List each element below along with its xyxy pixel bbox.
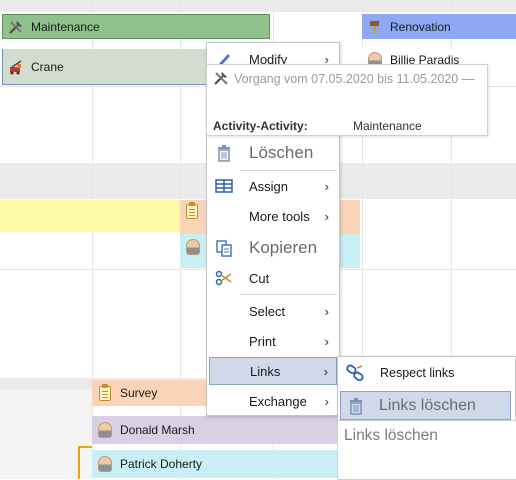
- donald-bar[interactable]: Donald Marsh: [92, 416, 338, 444]
- copy-icon: [209, 239, 239, 257]
- maintenance-label: Maintenance: [31, 19, 100, 34]
- maintenance-bar[interactable]: Maintenance: [2, 14, 270, 39]
- clipboard-icon: [186, 202, 198, 219]
- crane-bar[interactable]: Crane: [2, 49, 212, 85]
- tooltip-title: Vorgang vom 07.05.2020 bis 11.05.2020 —: [234, 72, 475, 86]
- links-loeschen-label: Links löschen: [379, 396, 476, 414]
- hammer-icon: [366, 18, 384, 36]
- link-connector[interactable]: [78, 446, 92, 479]
- crane-icon: [7, 58, 25, 76]
- person-icon: [96, 455, 114, 473]
- links-loeschen-tooltip: Links löschen: [337, 420, 516, 480]
- menu-separator: [240, 170, 337, 171]
- tools-icon: [213, 70, 231, 89]
- link-icon: [340, 364, 370, 382]
- chevron-right-icon: ›: [323, 363, 328, 379]
- menu-item-links[interactable]: Links ›: [209, 357, 337, 385]
- clipboard-icon: [96, 383, 114, 402]
- chevron-right-icon: ›: [324, 393, 329, 409]
- table-icon: [209, 179, 239, 193]
- submenu-item-links-loeschen[interactable]: Links löschen: [340, 391, 511, 420]
- menu-item-kopieren[interactable]: Kopieren: [209, 234, 337, 262]
- chevron-right-icon: ›: [324, 178, 329, 194]
- person-icon: [186, 239, 200, 255]
- links-loeschen-tooltip-text: Links löschen: [344, 427, 438, 444]
- patrick-bar[interactable]: Patrick Doherty: [92, 450, 338, 478]
- chevron-right-icon: ›: [324, 333, 329, 349]
- links-submenu: Respect links Links löschen: [337, 356, 516, 424]
- scissors-icon: [209, 270, 239, 286]
- tooltip-field-label: Activity-Activity:: [213, 119, 308, 133]
- person-icon: [96, 421, 114, 439]
- menu-item-assign[interactable]: Assign ›: [209, 172, 337, 200]
- renovation-bar[interactable]: Renovation: [362, 14, 516, 39]
- menu-item-cut[interactable]: Cut: [209, 264, 337, 292]
- tools-icon: [7, 18, 25, 36]
- yellow-row-bar[interactable]: [0, 200, 180, 232]
- chevron-right-icon: ›: [324, 208, 329, 224]
- respect-links-label: Respect links: [380, 366, 455, 380]
- menu-item-select[interactable]: Select ›: [209, 297, 337, 325]
- survey-label: Survey: [120, 386, 158, 400]
- donald-label: Donald Marsh: [120, 423, 195, 437]
- menu-item-exchange[interactable]: Exchange ›: [209, 387, 337, 415]
- activity-tooltip: Vorgang vom 07.05.2020 bis 11.05.2020 — …: [206, 64, 488, 136]
- submenu-item-respect-links[interactable]: Respect links: [340, 359, 512, 387]
- crane-label: Crane: [31, 59, 64, 74]
- menu-item-more-tools[interactable]: More tools ›: [209, 202, 337, 230]
- patrick-label: Patrick Doherty: [120, 457, 203, 471]
- trash-icon: [341, 397, 371, 415]
- chevron-right-icon: ›: [324, 303, 329, 319]
- menu-item-print[interactable]: Print ›: [209, 327, 337, 355]
- tooltip-field-value: Maintenance: [353, 119, 422, 133]
- menu-item-loeschen[interactable]: Löschen: [209, 139, 337, 167]
- trash-icon: [209, 144, 239, 162]
- renovation-label: Renovation: [390, 19, 451, 34]
- menu-separator: [240, 294, 337, 295]
